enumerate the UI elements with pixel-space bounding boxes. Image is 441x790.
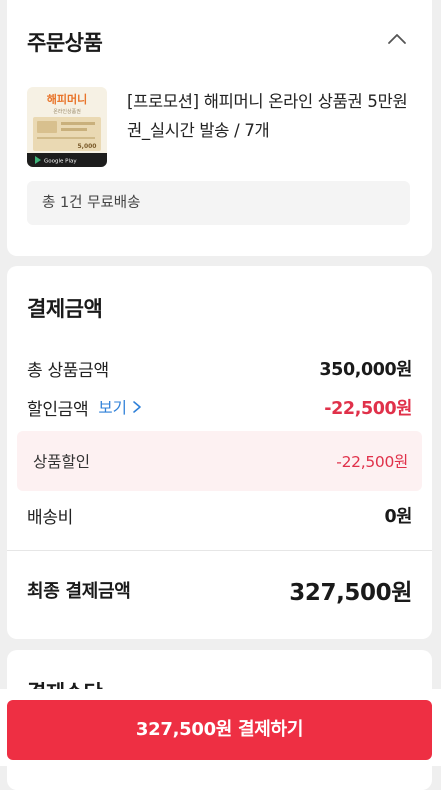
final-amount-label: 최종 결제금액 <box>27 581 131 602</box>
chevron-up-icon <box>388 34 406 44</box>
thumb-amount: 5,000 <box>78 143 97 150</box>
shipping-fee-label: 배송비 <box>27 507 74 528</box>
pay-button[interactable]: 327,500원 결제하기 <box>7 700 432 760</box>
thumb-store: Google Play <box>44 159 77 165</box>
discount-view-label: 보기 <box>98 399 127 417</box>
order-items-title: 주문상품 <box>27 31 103 55</box>
payment-amount-title: 결제금액 <box>27 297 103 321</box>
product-discount-value: -22,500원 <box>336 453 408 471</box>
total-product-value: 350,000원 <box>319 359 412 380</box>
total-product-label: 총 상품금액 <box>27 360 109 381</box>
product-discount-label: 상품할인 <box>33 453 91 471</box>
final-amount-value: 327,500원 <box>289 580 412 606</box>
thumb-brand: 해피머니 <box>47 92 87 106</box>
shipping-fee-row: 배송비 0원 <box>27 502 412 528</box>
discount-view-link[interactable]: 보기 <box>98 396 143 418</box>
discount-label: 할인금액 <box>27 399 89 420</box>
order-items-card: 주문상품 해피머니 온라인상품권 5,000 Google Play [프로모션… <box>7 0 432 256</box>
product-discount-detail: 상품할인 -22,500원 <box>17 431 422 491</box>
discount-row: 할인금액 보기 -22,500원 <box>27 394 412 420</box>
final-amount-row: 최종 결제금액 327,500원 <box>27 575 412 606</box>
thumb-subtitle: 온라인상품권 <box>53 108 81 115</box>
divider <box>7 550 432 551</box>
chevron-right-icon <box>133 401 141 413</box>
payment-amount-card: 결제금액 총 상품금액 350,000원 할인금액 보기 -22,500원 상품… <box>7 266 432 639</box>
product-thumbnail[interactable]: 해피머니 온라인상품권 5,000 Google Play <box>27 87 107 167</box>
shipping-fee-value: 0원 <box>384 506 413 527</box>
shipping-summary: 총 1건 무료배송 <box>27 181 410 225</box>
total-product-row: 총 상품금액 350,000원 <box>27 355 412 381</box>
product-name[interactable]: [프로모션] 해피머니 온라인 상품권 5만원권_실시간 발송 / 7개 <box>127 87 417 145</box>
collapse-button[interactable] <box>384 26 410 52</box>
discount-value: -22,500원 <box>324 398 412 419</box>
